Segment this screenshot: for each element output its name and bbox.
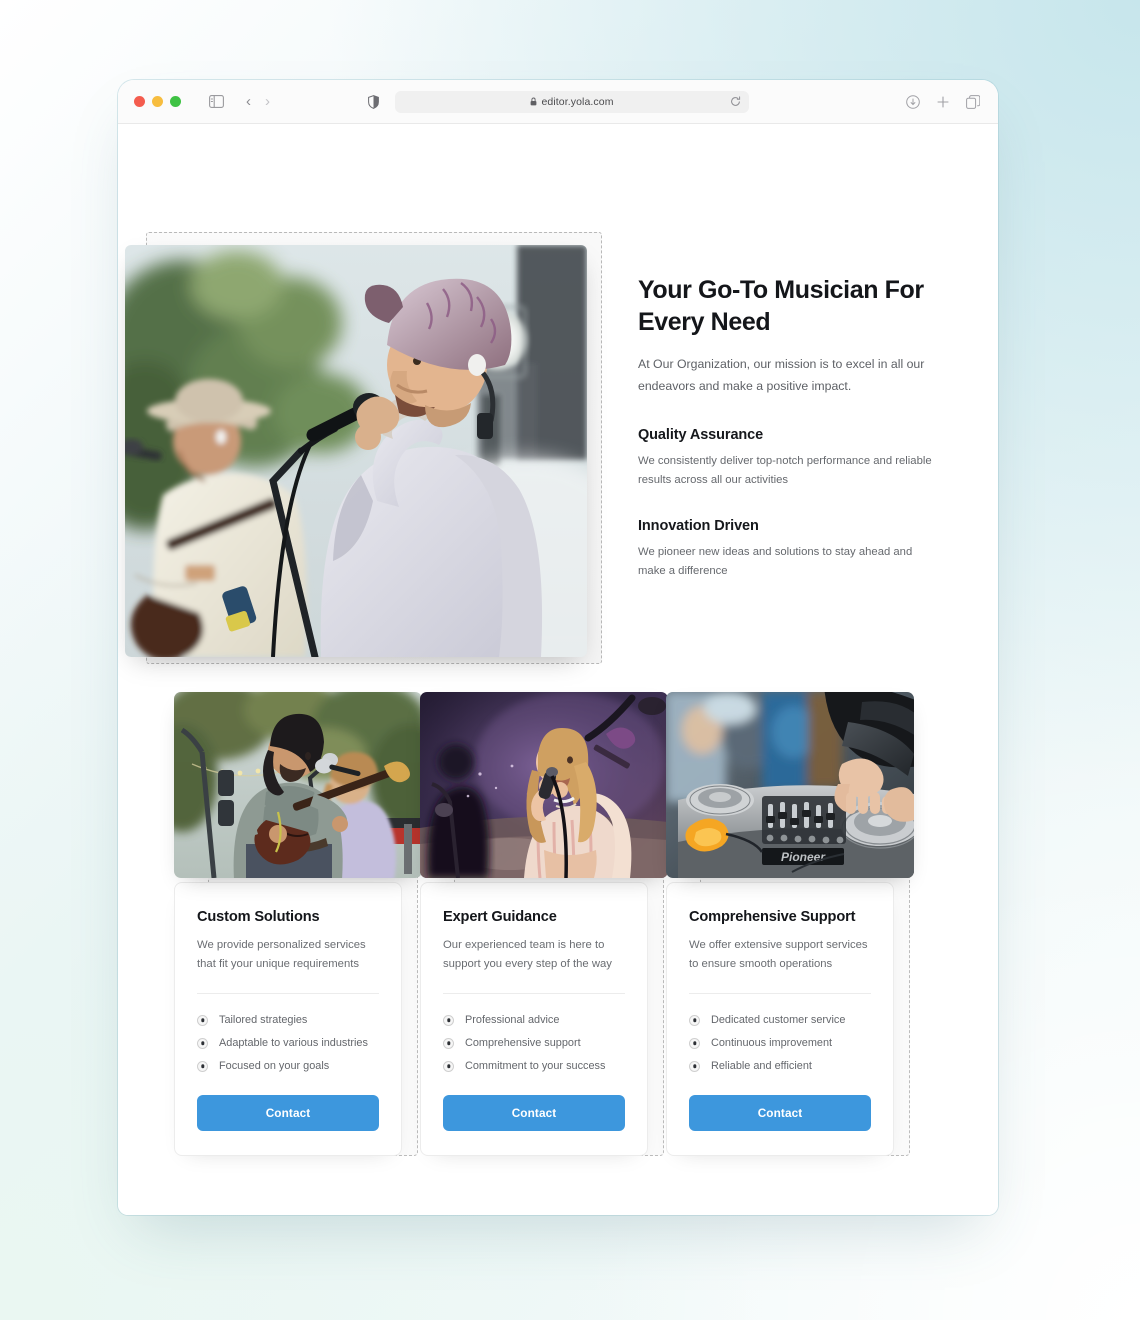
bullet-icon — [689, 1060, 700, 1072]
contact-button[interactable]: Contact — [197, 1094, 379, 1131]
contact-button[interactable]: Contact — [689, 1094, 871, 1131]
card-expert-guidance: Expert Guidance Our experienced team is … — [420, 692, 668, 1156]
hero-section: Your Go-To Musician For Every Need At Ou… — [118, 124, 998, 664]
browser-toolbar: ‹ › editor.yola.com — [118, 80, 998, 124]
back-button[interactable]: ‹ — [246, 94, 251, 109]
list-item-label: Tailored strategies — [219, 1014, 308, 1027]
bullet-icon — [689, 1037, 700, 1049]
card-body: Custom Solutions We provide personalized… — [174, 882, 402, 1156]
list-item-label: Commitment to your success — [465, 1060, 606, 1073]
sidebar-icon[interactable] — [209, 95, 224, 108]
list-item-label: Focused on your goals — [219, 1060, 330, 1073]
bullet-icon — [197, 1014, 208, 1026]
address-bar[interactable]: editor.yola.com — [395, 90, 749, 113]
browser-window: ‹ › editor.yola.com Your Go-To Musician … — [118, 80, 998, 1215]
card-image[interactable] — [174, 692, 422, 878]
hero-image-selection-outline[interactable] — [125, 232, 602, 664]
feature-title: Quality Assurance — [638, 427, 764, 444]
tabs-icon[interactable] — [966, 94, 980, 109]
feature-body: We pioneer new ideas and solutions to st… — [638, 545, 913, 578]
maximize-window-button[interactable] — [170, 96, 181, 107]
svg-text:Pioneer: Pioneer — [781, 850, 826, 864]
card-bullet-list: Tailored strategies Adaptable to various… — [197, 1009, 379, 1078]
plus-icon[interactable] — [936, 95, 950, 109]
hero-image[interactable] — [125, 245, 587, 657]
feature-title: Innovation Driven — [638, 517, 759, 534]
divider — [443, 992, 625, 994]
list-item: Professional advice — [443, 1009, 625, 1032]
list-item-label: Dedicated customer service — [711, 1014, 846, 1027]
feature-body: We consistently deliver top-notch perfor… — [638, 455, 932, 487]
bullet-icon — [197, 1060, 208, 1072]
list-item-label: Adaptable to various industries — [219, 1037, 368, 1050]
nav-buttons[interactable]: ‹ › — [246, 94, 270, 109]
bullet-icon — [689, 1014, 700, 1026]
page-canvas: Your Go-To Musician For Every Need At Ou… — [118, 124, 998, 1215]
card-comprehensive-support: Pioneer Comprehensive Support We offer e… — [666, 692, 914, 1156]
card-custom-solutions: Custom Solutions We provide personalized… — [174, 692, 422, 1156]
close-window-button[interactable] — [134, 96, 145, 107]
list-item: Focused on your goals — [197, 1055, 379, 1078]
list-item: Dedicated customer service — [689, 1009, 871, 1032]
window-controls[interactable] — [134, 96, 181, 107]
card-image[interactable] — [420, 692, 668, 878]
reload-icon[interactable] — [730, 96, 741, 107]
card-bullet-list: Dedicated customer service Continuous im… — [689, 1009, 871, 1078]
minimize-window-button[interactable] — [152, 96, 163, 107]
card-title: Comprehensive Support — [689, 909, 856, 925]
list-item-label: Professional advice — [465, 1014, 560, 1027]
page-title: Your Go-To Musician For Every Need — [638, 276, 924, 336]
card-image[interactable]: Pioneer — [666, 692, 914, 878]
card-description: Our experienced team is here to support … — [443, 939, 612, 971]
hero-text-block: Your Go-To Musician For Every Need At Ou… — [638, 274, 938, 582]
list-item-label: Reliable and efficient — [711, 1060, 812, 1073]
list-item: Adaptable to various industries — [197, 1032, 379, 1055]
shield-icon[interactable] — [368, 94, 379, 109]
url-text: editor.yola.com — [541, 95, 614, 108]
list-item: Reliable and efficient — [689, 1055, 871, 1078]
card-body: Comprehensive Support We offer extensive… — [666, 882, 894, 1156]
download-icon[interactable] — [906, 94, 920, 109]
toolbar-right-actions — [906, 94, 982, 109]
card-description: We provide personalized services that fi… — [197, 939, 366, 971]
lock-icon — [530, 97, 537, 106]
card-title: Expert Guidance — [443, 909, 557, 925]
bullet-icon — [443, 1060, 454, 1072]
list-item: Comprehensive support — [443, 1032, 625, 1055]
card-body: Expert Guidance Our experienced team is … — [420, 882, 648, 1156]
list-item: Commitment to your success — [443, 1055, 625, 1078]
divider — [197, 992, 379, 994]
hero-subtitle: At Our Organization, our mission is to e… — [638, 357, 925, 393]
divider — [689, 992, 871, 994]
contact-button[interactable]: Contact — [443, 1094, 625, 1131]
bullet-icon — [197, 1037, 208, 1049]
list-item: Continuous improvement — [689, 1032, 871, 1055]
card-description: We offer extensive support services to e… — [689, 939, 868, 971]
forward-button[interactable]: › — [265, 94, 270, 109]
feature-innovation-driven: Innovation Driven We pioneer new ideas a… — [638, 518, 938, 582]
card-bullet-list: Professional advice Comprehensive suppor… — [443, 1009, 625, 1078]
list-item: Tailored strategies — [197, 1009, 379, 1032]
feature-quality-assurance: Quality Assurance We consistently delive… — [638, 427, 938, 491]
service-cards-row: Custom Solutions We provide personalized… — [174, 692, 942, 1156]
bullet-icon — [443, 1037, 454, 1049]
list-item-label: Continuous improvement — [711, 1037, 833, 1050]
bullet-icon — [443, 1014, 454, 1026]
list-item-label: Comprehensive support — [465, 1037, 581, 1050]
card-title: Custom Solutions — [197, 909, 320, 925]
